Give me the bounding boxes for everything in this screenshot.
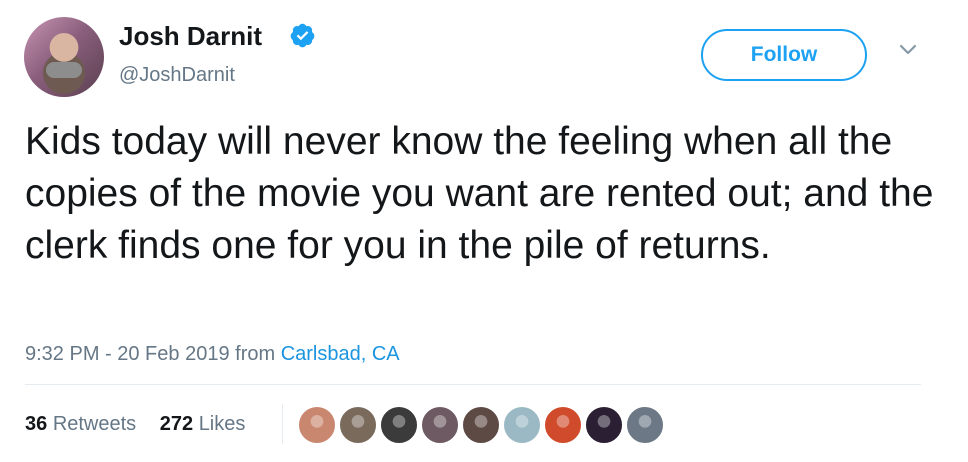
liker-avatar-9[interactable] (625, 405, 665, 445)
liker-avatar-8[interactable] (584, 405, 624, 445)
likes-label: Likes (198, 413, 246, 435)
display-name[interactable]: Josh Darnit (119, 20, 262, 52)
tweet-timestamp[interactable]: 9:32 PM - 20 Feb 2019 (25, 343, 230, 365)
tweet-text: Kids today will never know the feeling w… (25, 120, 934, 267)
user-handle[interactable]: @JoshDarnit (119, 62, 235, 88)
liker-avatar-6[interactable] (502, 405, 542, 445)
retweets-label: Retweets (52, 413, 137, 435)
avatar[interactable] (24, 17, 104, 97)
liker-avatar-5[interactable] (461, 405, 501, 445)
tweet-stats: 36 Retweets 272 Likes (25, 411, 263, 437)
likes-stat[interactable]: 272 Likes (160, 413, 246, 435)
verified-badge-icon (290, 23, 315, 48)
retweets-stat[interactable]: 36 Retweets (25, 413, 142, 435)
tweet-meta: 9:32 PM - 20 Feb 2019 from Carlsbad, CA (25, 341, 400, 367)
follow-button[interactable]: Follow (701, 29, 867, 81)
divider (25, 384, 921, 385)
liker-avatar-2[interactable] (338, 405, 378, 445)
liker-avatar-4[interactable] (420, 405, 460, 445)
from-label: from (235, 343, 276, 365)
liker-avatar-7[interactable] (543, 405, 583, 445)
chevron-down-icon[interactable] (899, 44, 917, 56)
liker-avatar-3[interactable] (379, 405, 419, 445)
retweets-count: 36 (25, 413, 48, 435)
location-link[interactable]: Carlsbad, CA (281, 343, 400, 365)
liker-avatar-1[interactable] (297, 405, 337, 445)
stats-divider (282, 404, 283, 444)
likes-count: 272 (159, 413, 194, 435)
